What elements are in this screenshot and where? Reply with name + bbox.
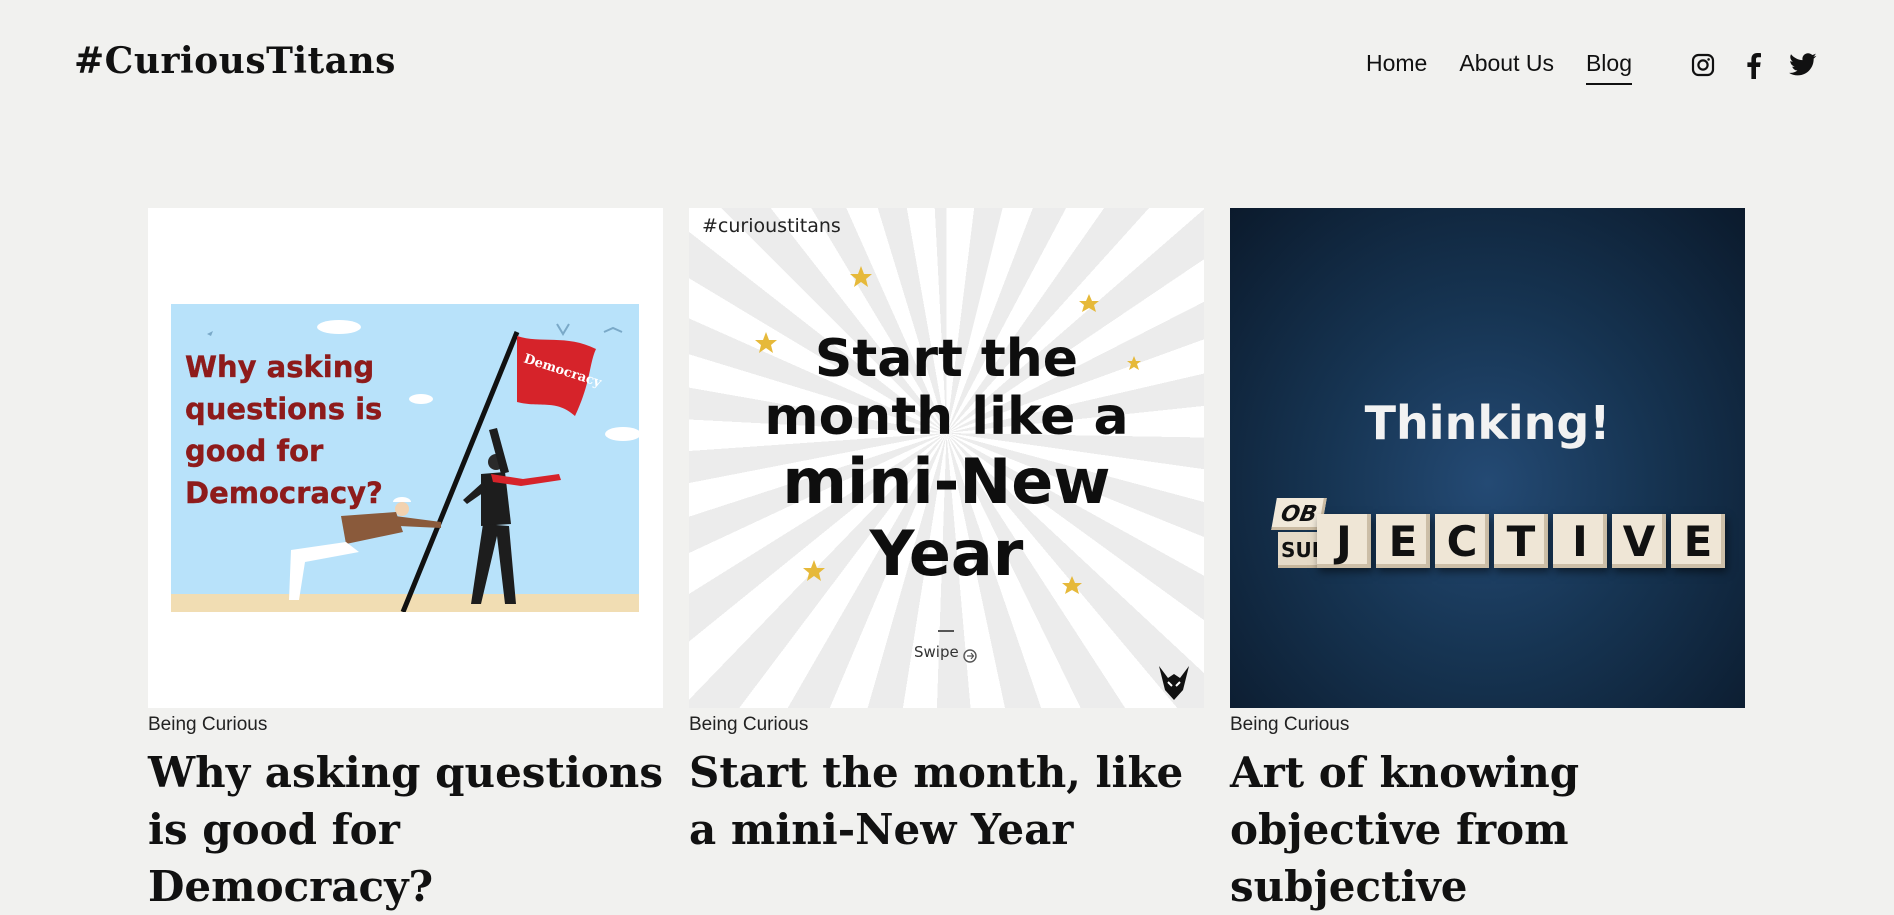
post-thumbnail-democracy[interactable]: Democracy Why asking questions is good f… (148, 208, 663, 708)
site-logo[interactable]: #CuriousTitans (74, 40, 396, 82)
nav-about-us[interactable]: About Us (1459, 50, 1554, 85)
blog-post-card[interactable]: Democracy Why asking questions is good f… (148, 208, 663, 915)
illustration-panel: Democracy Why asking questions is good f… (171, 304, 639, 612)
post-category[interactable]: Being Curious (1230, 714, 1745, 736)
thumbnail-headline: Thinking! (1364, 396, 1611, 450)
post-title[interactable]: Art of knowing objective from subjective (1230, 744, 1745, 915)
thumbnail-headline: Start the month like a mini-New Year (764, 329, 1129, 590)
letter-block: V (1612, 514, 1666, 568)
post-thumbnail-new-year[interactable]: #curioustitans Start the month like a mi… (689, 208, 1204, 708)
facebook-icon[interactable] (1738, 50, 1768, 80)
letter-block: E (1671, 514, 1725, 568)
site-header: #CuriousTitans Home About Us Blog (0, 0, 1894, 130)
illustration-headline: Why asking questions is good for Democra… (185, 350, 383, 510)
blog-post-card[interactable]: #curioustitans Start the month like a mi… (689, 208, 1204, 915)
instagram-icon[interactable] (1688, 50, 1718, 80)
post-category[interactable]: Being Curious (148, 714, 663, 736)
divider (938, 630, 954, 632)
nav-home[interactable]: Home (1366, 50, 1427, 85)
swipe-label: Swipe (914, 643, 959, 661)
social-links (1688, 50, 1818, 80)
letter-block: C (1435, 514, 1489, 568)
letter-block: T (1494, 514, 1548, 568)
letter-block: I (1553, 514, 1607, 568)
letter-block: J (1317, 514, 1371, 568)
blog-post-grid: Democracy Why asking questions is good f… (148, 208, 1745, 915)
letter-blocks: J E C T I V E (1317, 514, 1725, 568)
letter-block: E (1376, 514, 1430, 568)
main-nav: Home About Us Blog (1366, 50, 1664, 85)
blog-post-card[interactable]: Thinking! OB SUB J E C T I V E Being Cur… (1230, 208, 1745, 915)
nav-blog[interactable]: Blog (1585, 50, 1633, 85)
post-title[interactable]: Why asking questions is good for Democra… (148, 744, 663, 915)
twitter-icon[interactable] (1788, 50, 1818, 80)
post-title[interactable]: Start the month, like a mini-New Year (689, 744, 1204, 858)
post-category[interactable]: Being Curious (689, 714, 1204, 736)
post-thumbnail-objective[interactable]: Thinking! OB SUB J E C T I V E (1230, 208, 1745, 708)
